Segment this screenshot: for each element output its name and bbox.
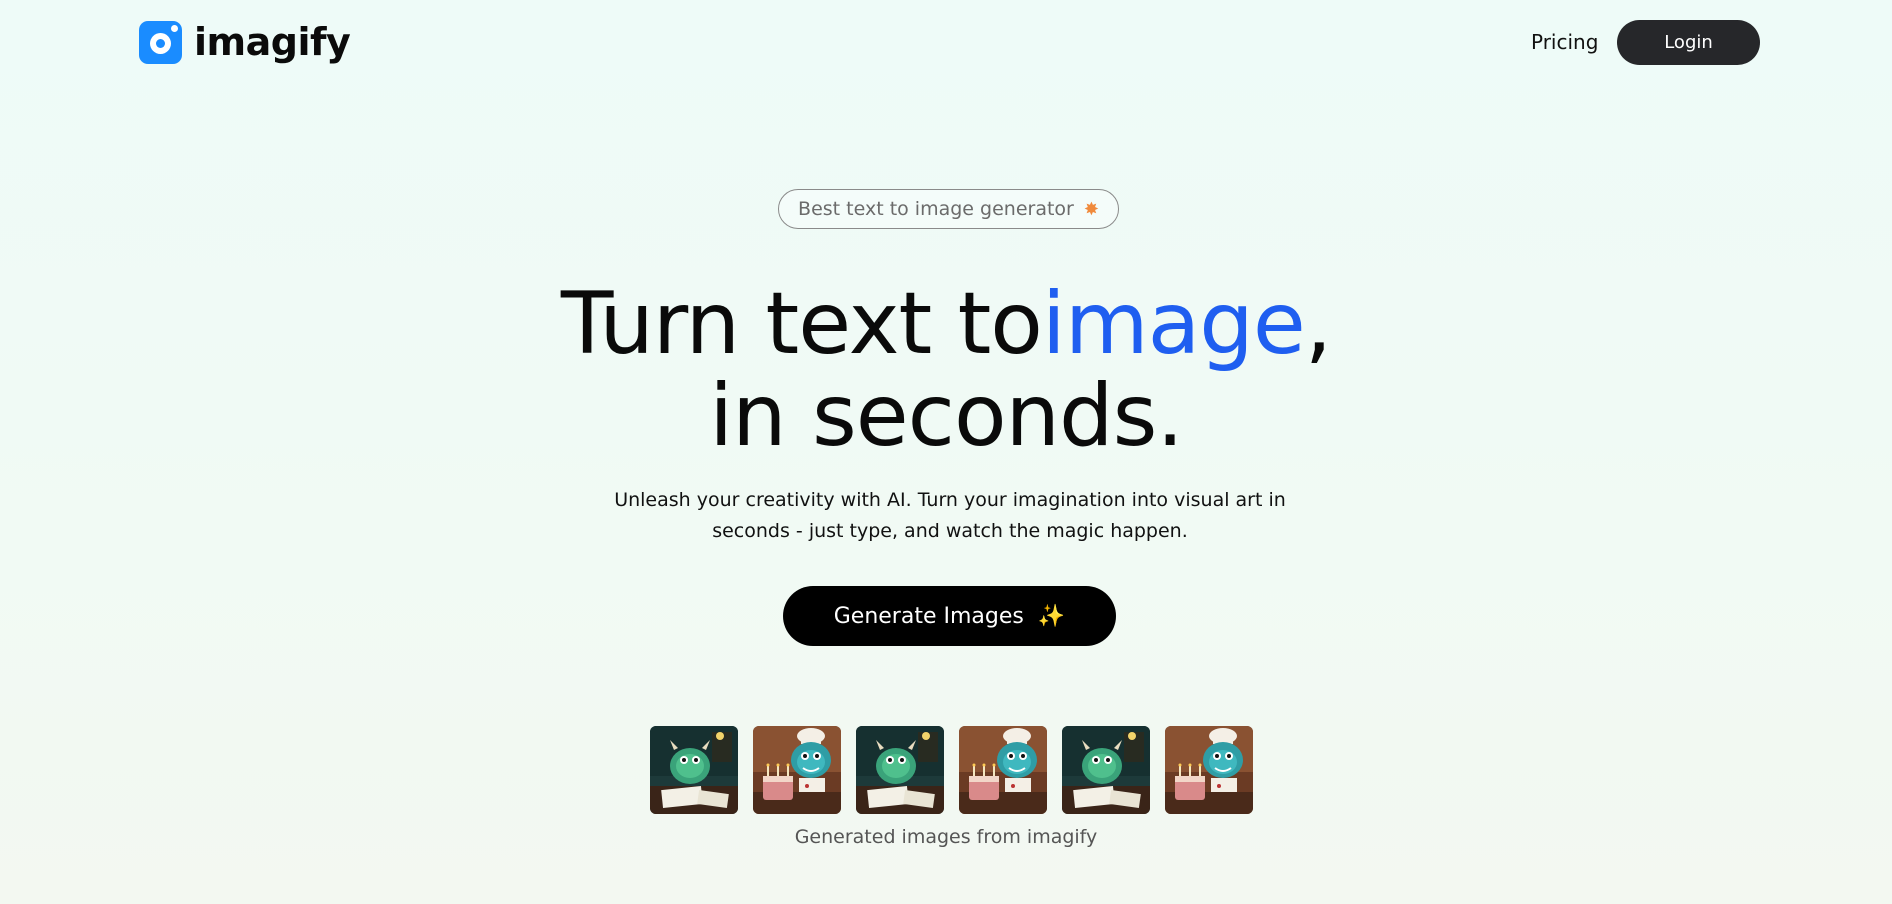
headline-accent: image <box>1041 274 1306 374</box>
generated-image-thumbnail[interactable] <box>1062 726 1150 814</box>
logo-link[interactable]: imagify <box>139 20 351 64</box>
sparkle-icon: ✨ <box>1037 603 1066 629</box>
generated-image-thumbnail[interactable] <box>856 726 944 814</box>
badge-text: Best text to image generator <box>798 198 1074 220</box>
headline-part1: Turn text to <box>560 274 1043 374</box>
pricing-link[interactable]: Pricing <box>1531 30 1598 54</box>
generated-image-thumbnail[interactable] <box>959 726 1047 814</box>
gallery-caption: Generated images from imagify <box>794 826 1098 848</box>
cta-label: Generate Images <box>833 603 1024 629</box>
top-nav: imagify Pricing Login <box>0 0 1892 86</box>
hero-badge: Best text to image generator ✸ <box>778 189 1119 229</box>
headline-part2: , <box>1304 274 1332 374</box>
logo-text: imagify <box>194 20 351 64</box>
generated-image-thumbnail[interactable] <box>753 726 841 814</box>
generate-images-button[interactable]: Generate Images ✨ <box>783 586 1116 646</box>
logo-icon <box>139 20 182 64</box>
generated-image-thumbnail[interactable] <box>1165 726 1253 814</box>
star-icon: ✸ <box>1083 198 1099 220</box>
hero-headline: Turn text toimage, in seconds. <box>0 278 1892 462</box>
headline-line2: in seconds. <box>709 366 1184 466</box>
login-button[interactable]: Login <box>1617 20 1760 65</box>
hero-subtitle: Unleash your creativity with AI. Turn yo… <box>614 489 1286 542</box>
generated-image-thumbnail[interactable] <box>650 726 738 814</box>
generated-image-gallery <box>650 726 1253 814</box>
